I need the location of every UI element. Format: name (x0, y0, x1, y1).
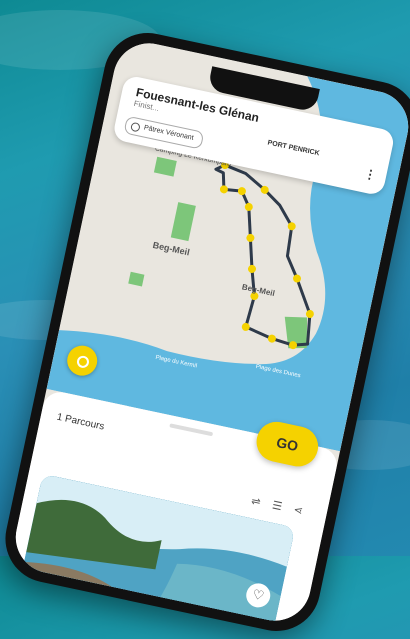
share-icon[interactable]: ⋖ (292, 503, 304, 518)
sliders-icon[interactable]: ⇌ (250, 494, 262, 509)
pin-icon (130, 121, 141, 133)
sheet-handle[interactable] (169, 423, 214, 437)
list-icon[interactable]: ☰ (271, 498, 283, 513)
area-label: PORT PENRICK (266, 139, 321, 158)
sheet-toolbar: ⇌ ☰ ⋖ (250, 494, 304, 518)
location-pill-label: Pâtrex Véronant (143, 124, 195, 142)
category-badge: HISTOIRE (25, 585, 65, 603)
route-count: 1 Parcours (55, 411, 106, 433)
kebab-menu-icon[interactable]: ⋮ (363, 166, 378, 182)
